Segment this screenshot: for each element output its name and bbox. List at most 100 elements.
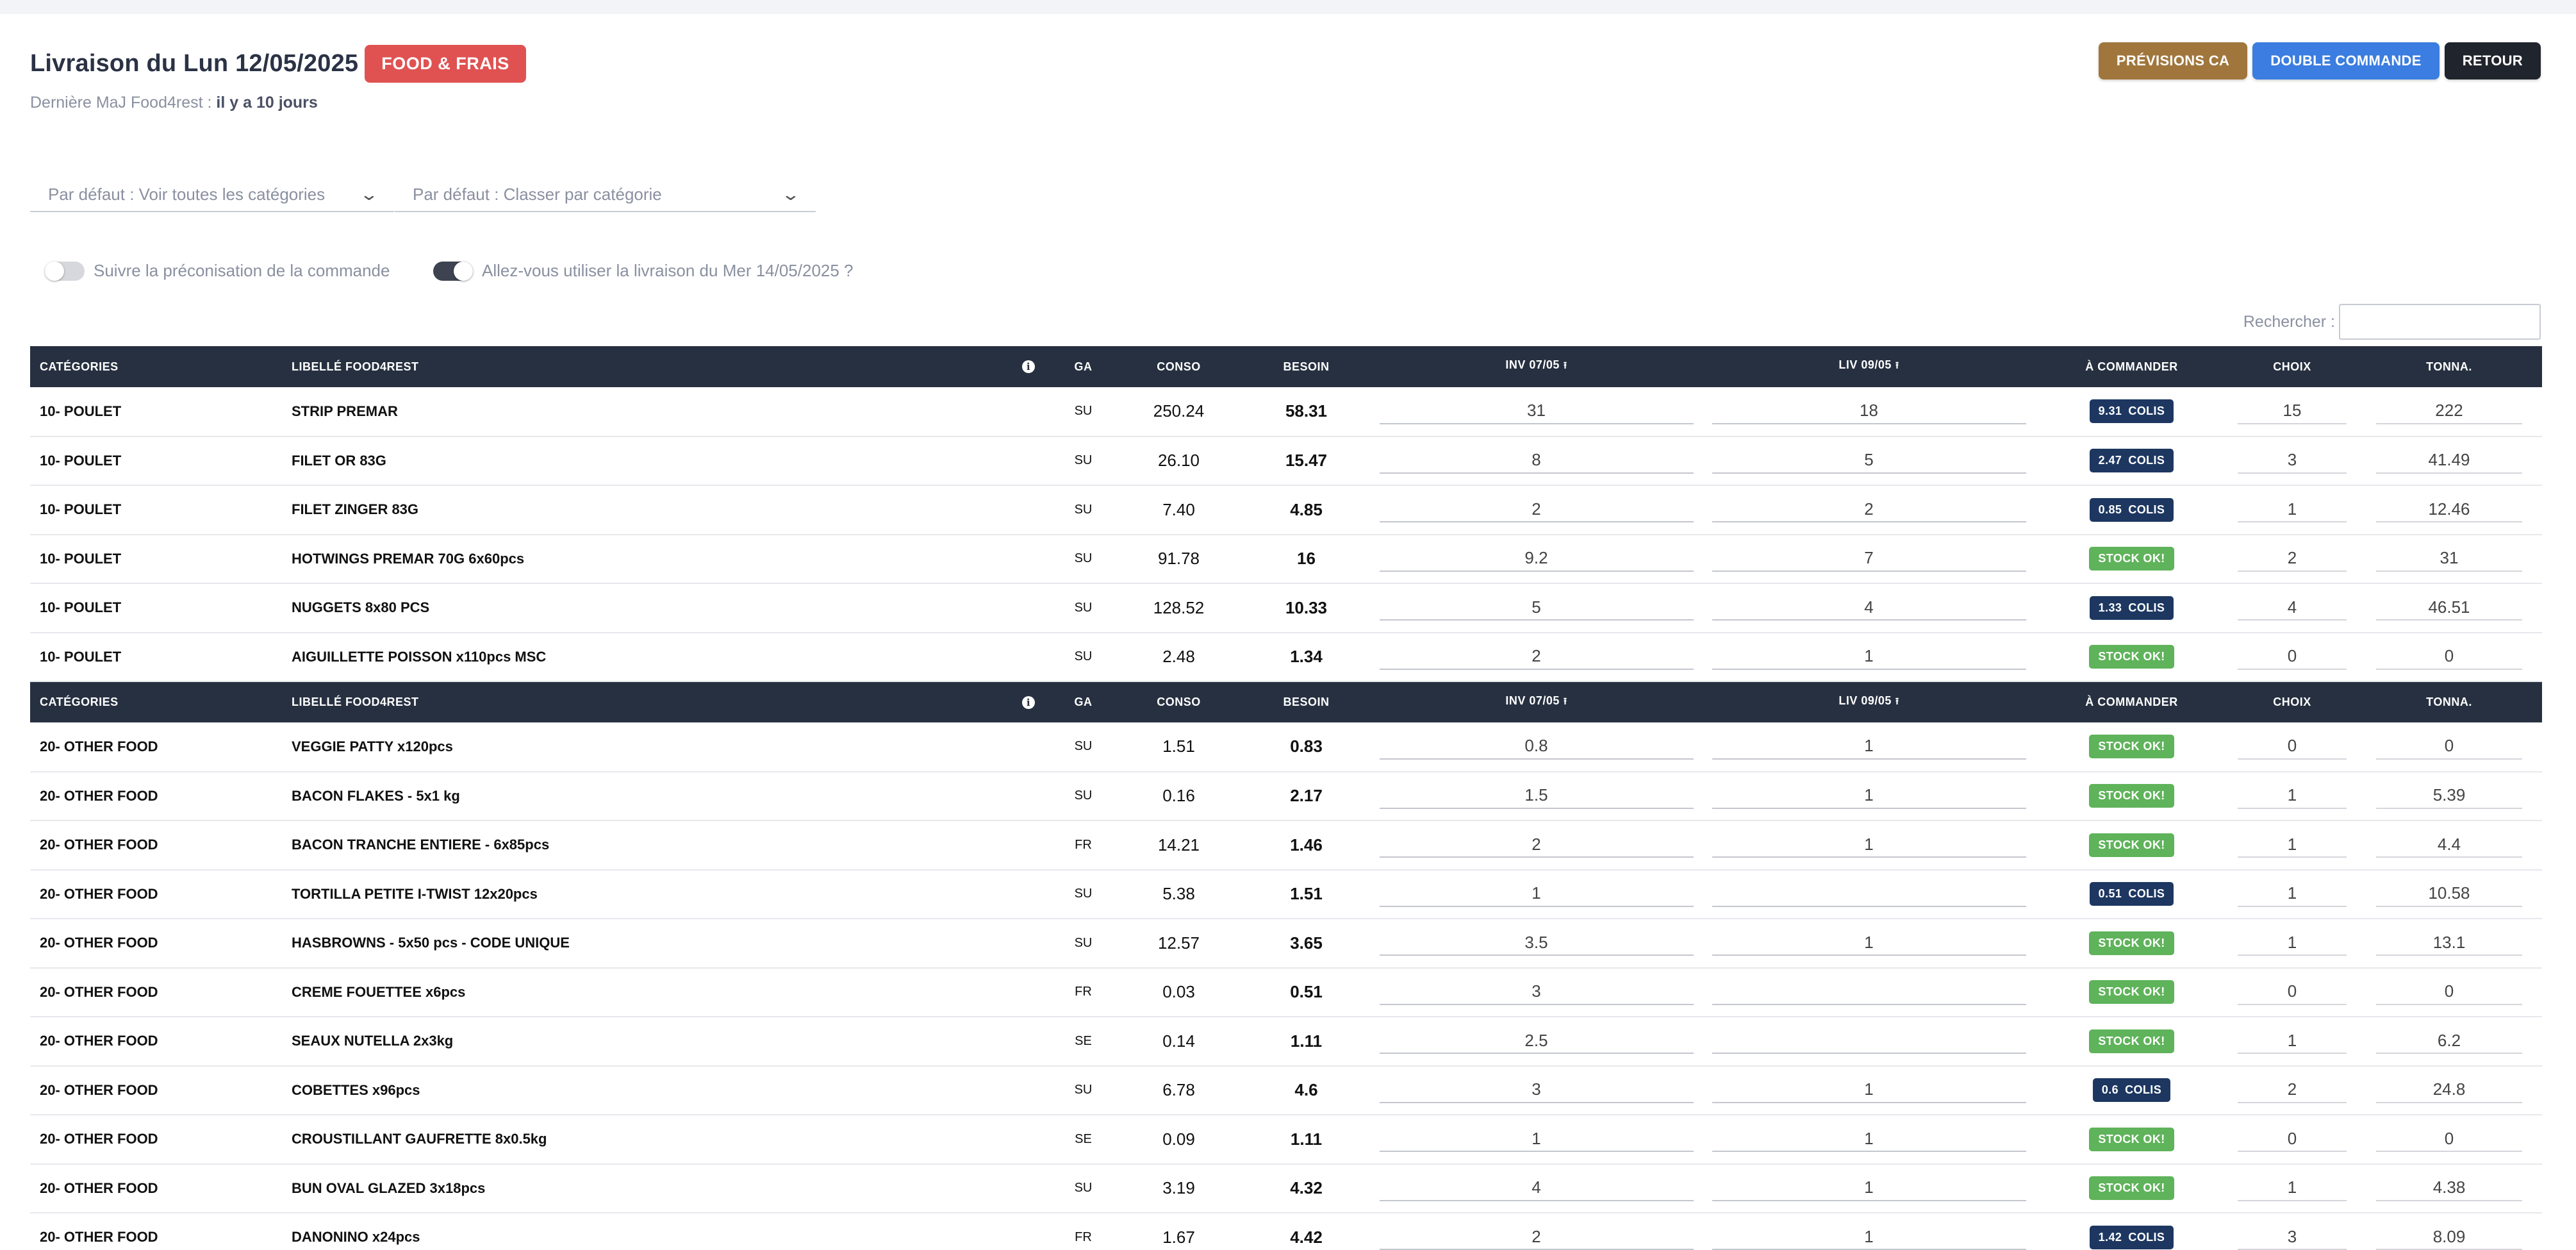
double-commande-button[interactable]: DOUBLE COMMANDE (2252, 42, 2440, 79)
category-filter-select[interactable]: Par défaut : Voir toutes les catégories … (30, 178, 394, 212)
column-header[interactable]: INV 07/05 ⭱ (1370, 346, 1703, 387)
column-header[interactable]: LIV 09/05 ⭱ (1703, 346, 2035, 387)
inv-input[interactable]: 1 (1379, 1126, 1694, 1153)
inv-input[interactable]: 1 (1379, 881, 1694, 907)
tonna-input[interactable]: 41.49 (2376, 448, 2522, 474)
besoin-cell: 4.6 (1243, 1065, 1370, 1115)
preconisation-label: Suivre la préconisation de la commande (94, 261, 390, 280)
column-header[interactable]: LIV 09/05 ⭱ (1703, 681, 2035, 722)
liv-input[interactable]: 1 (1712, 783, 2026, 809)
liv-input[interactable]: 18 (1712, 399, 2026, 424)
preconisation-toggle[interactable] (45, 261, 85, 281)
tonna-input[interactable]: 10.58 (2376, 881, 2522, 907)
tonna-input[interactable]: 31 (2376, 546, 2522, 572)
tonna-input[interactable]: 24.8 (2376, 1078, 2522, 1103)
inv-input[interactable]: 9.2 (1379, 546, 1694, 572)
inv-input[interactable]: 3 (1379, 979, 1694, 1005)
choix-input[interactable]: 0 (2238, 734, 2347, 760)
product-name-cell: FILET ZINGER 83G (282, 485, 1052, 535)
stock-ok-badge: STOCK OK! (2089, 980, 2174, 1004)
search-input[interactable] (2339, 304, 2541, 340)
liv-input[interactable] (1712, 1028, 2026, 1054)
inv-cell: 0.8 (1370, 722, 1703, 772)
tonna-input[interactable]: 12.46 (2376, 497, 2522, 523)
tonna-input[interactable]: 222 (2376, 399, 2522, 424)
choix-input[interactable]: 1 (2238, 930, 2347, 956)
inv-input[interactable]: 2 (1379, 832, 1694, 858)
inv-input[interactable]: 2 (1379, 1224, 1694, 1250)
inv-input[interactable]: 4 (1379, 1176, 1694, 1201)
liv-input[interactable]: 1 (1712, 1078, 2026, 1103)
liv-input[interactable]: 1 (1712, 930, 2026, 956)
inv-input[interactable]: 31 (1379, 399, 1694, 424)
choix-input[interactable]: 1 (2238, 832, 2347, 858)
choix-input[interactable]: 3 (2238, 1224, 2347, 1250)
liv-input[interactable]: 1 (1712, 1126, 2026, 1153)
livraison-toggle[interactable] (433, 261, 473, 281)
liv-input[interactable]: 1 (1712, 1176, 2026, 1201)
category-filter-value: Par défaut : Voir toutes les catégories (48, 184, 326, 204)
tonna-input[interactable]: 0 (2376, 644, 2522, 670)
colis-badge: 0.85 COLIS (2089, 497, 2174, 522)
liv-input[interactable]: 1 (1712, 832, 2026, 858)
tonna-input[interactable]: 0 (2376, 979, 2522, 1005)
inv-input[interactable]: 8 (1379, 448, 1694, 474)
sort-arrow-icon[interactable]: ⭱ (1564, 360, 1567, 371)
sort-arrow-icon[interactable]: ⭱ (1895, 696, 1899, 707)
sort-select[interactable]: Par défaut : Classer par catégorie ⌄ (395, 178, 816, 212)
tonna-input[interactable]: 5.39 (2376, 783, 2522, 809)
liv-input[interactable]: 1 (1712, 644, 2026, 670)
tonna-input[interactable]: 6.2 (2376, 1028, 2522, 1054)
category-cell: 10- POULET (30, 387, 282, 437)
besoin-cell: 4.85 (1243, 485, 1370, 535)
choix-input[interactable]: 1 (2238, 783, 2347, 809)
inv-input[interactable]: 1.5 (1379, 783, 1694, 809)
tonna-input[interactable]: 0 (2376, 734, 2522, 760)
choix-input[interactable]: 0 (2238, 644, 2347, 670)
tonna-input[interactable]: 46.51 (2376, 595, 2522, 621)
choix-input[interactable]: 1 (2238, 1176, 2347, 1201)
choix-input[interactable]: 0 (2238, 1126, 2347, 1153)
tonna-input[interactable]: 4.4 (2376, 832, 2522, 858)
inv-input[interactable]: 5 (1379, 595, 1694, 621)
choix-input[interactable]: 15 (2238, 399, 2347, 424)
inv-input[interactable]: 2.5 (1379, 1028, 1694, 1054)
choix-input[interactable]: 3 (2238, 448, 2347, 474)
tonna-input[interactable]: 0 (2376, 1126, 2522, 1153)
choix-input[interactable]: 1 (2238, 881, 2347, 907)
liv-input[interactable] (1712, 881, 2026, 907)
column-header[interactable]: INV 07/05 ⭱ (1370, 681, 1703, 722)
tonna-input[interactable]: 4.38 (2376, 1176, 2522, 1201)
info-icon[interactable]: i (1022, 360, 1035, 373)
choix-input[interactable]: 0 (2238, 979, 2347, 1005)
tonna-input[interactable]: 8.09 (2376, 1224, 2522, 1250)
inv-input[interactable]: 0.8 (1379, 734, 1694, 760)
inv-input[interactable]: 3 (1379, 1078, 1694, 1103)
liv-input[interactable] (1712, 979, 2026, 1005)
previsions-ca-button[interactable]: PRÉVISIONS CA (2098, 42, 2248, 79)
inv-input[interactable]: 2 (1379, 497, 1694, 523)
info-icon[interactable]: i (1022, 696, 1035, 709)
liv-input[interactable]: 5 (1712, 448, 2026, 474)
choix-input[interactable]: 2 (2238, 546, 2347, 572)
inv-cell: 2 (1370, 1213, 1703, 1250)
liv-input[interactable]: 1 (1712, 1224, 2026, 1250)
liv-input[interactable]: 4 (1712, 595, 2026, 621)
choix-input[interactable]: 1 (2238, 1028, 2347, 1054)
inv-input[interactable]: 3.5 (1379, 930, 1694, 956)
page: Livraison du Lun 12/05/2025 FOOD & FRAIS… (0, 14, 2576, 1250)
tonna-input[interactable]: 13.1 (2376, 930, 2522, 956)
choix-input[interactable]: 1 (2238, 497, 2347, 523)
liv-input[interactable]: 7 (1712, 546, 2026, 572)
inv-input[interactable]: 2 (1379, 644, 1694, 670)
retour-button[interactable]: RETOUR (2444, 42, 2541, 79)
liv-input[interactable]: 2 (1712, 497, 2026, 523)
ga-cell: SU (1052, 436, 1115, 486)
sort-arrow-icon[interactable]: ⭱ (1895, 360, 1899, 371)
sort-arrow-icon[interactable]: ⭱ (1564, 696, 1567, 707)
ga-cell: FR (1052, 1213, 1115, 1250)
liv-input[interactable]: 1 (1712, 734, 2026, 760)
choix-input[interactable]: 2 (2238, 1078, 2347, 1103)
choix-input[interactable]: 4 (2238, 595, 2347, 621)
table-row: 10- POULET NUGGETS 8x80 PCS SU 128.52 10.33 5… (30, 583, 2542, 633)
